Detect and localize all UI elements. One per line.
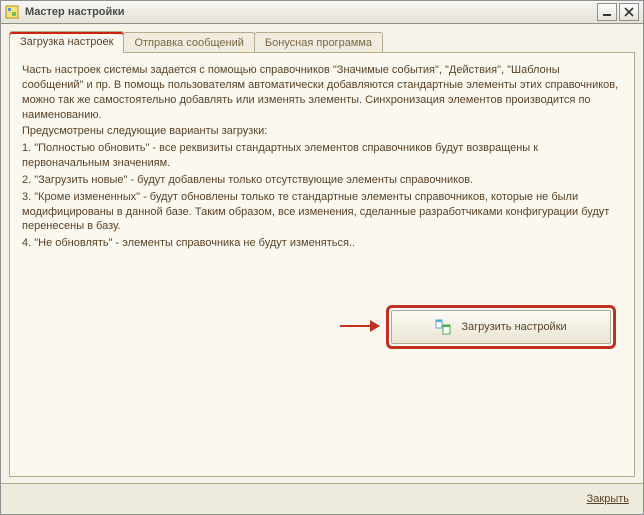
- wizard-icon: [5, 5, 19, 19]
- load-settings-button-label: Загрузить настройки: [461, 321, 566, 333]
- wizard-window: Мастер настройки Загрузка настроек Отпра…: [0, 0, 644, 515]
- arrow-right-icon: [340, 316, 380, 338]
- tab-content: Часть настроек системы задается с помощь…: [9, 52, 635, 477]
- close-window-button[interactable]: [619, 3, 639, 21]
- load-icon: [435, 319, 451, 335]
- window-title: Мастер настройки: [25, 6, 591, 18]
- option-text: 4. "Не обновлять" - элементы справочника…: [22, 236, 622, 251]
- tab-strip: Загрузка настроек Отправка сообщений Бон…: [9, 30, 635, 52]
- load-button-callout: Загрузить настройки: [340, 305, 616, 349]
- option-text: 3. "Кроме измененных" - будут обновлены …: [22, 190, 622, 235]
- description-paragraph: Часть настроек системы задается с помощь…: [22, 63, 622, 122]
- tab-load-settings[interactable]: Загрузка настроек: [9, 31, 124, 53]
- footer-bar: Закрыть: [1, 483, 643, 514]
- close-button[interactable]: Закрыть: [579, 489, 637, 509]
- minimize-button[interactable]: [597, 3, 617, 21]
- description-paragraph: Предусмотрены следующие варианты загрузк…: [22, 124, 622, 139]
- tab-send-messages[interactable]: Отправка сообщений: [123, 32, 254, 53]
- option-text: 1. "Полностью обновить" - все реквизиты …: [22, 141, 622, 171]
- option-text: 2. "Загрузить новые" - будут добавлены т…: [22, 173, 622, 188]
- titlebar: Мастер настройки: [1, 1, 643, 24]
- load-settings-button[interactable]: Загрузить настройки: [391, 310, 611, 344]
- tab-bonus-program[interactable]: Бонусная программа: [254, 32, 383, 53]
- window-controls: [597, 3, 639, 21]
- highlight-frame: Загрузить настройки: [386, 305, 616, 349]
